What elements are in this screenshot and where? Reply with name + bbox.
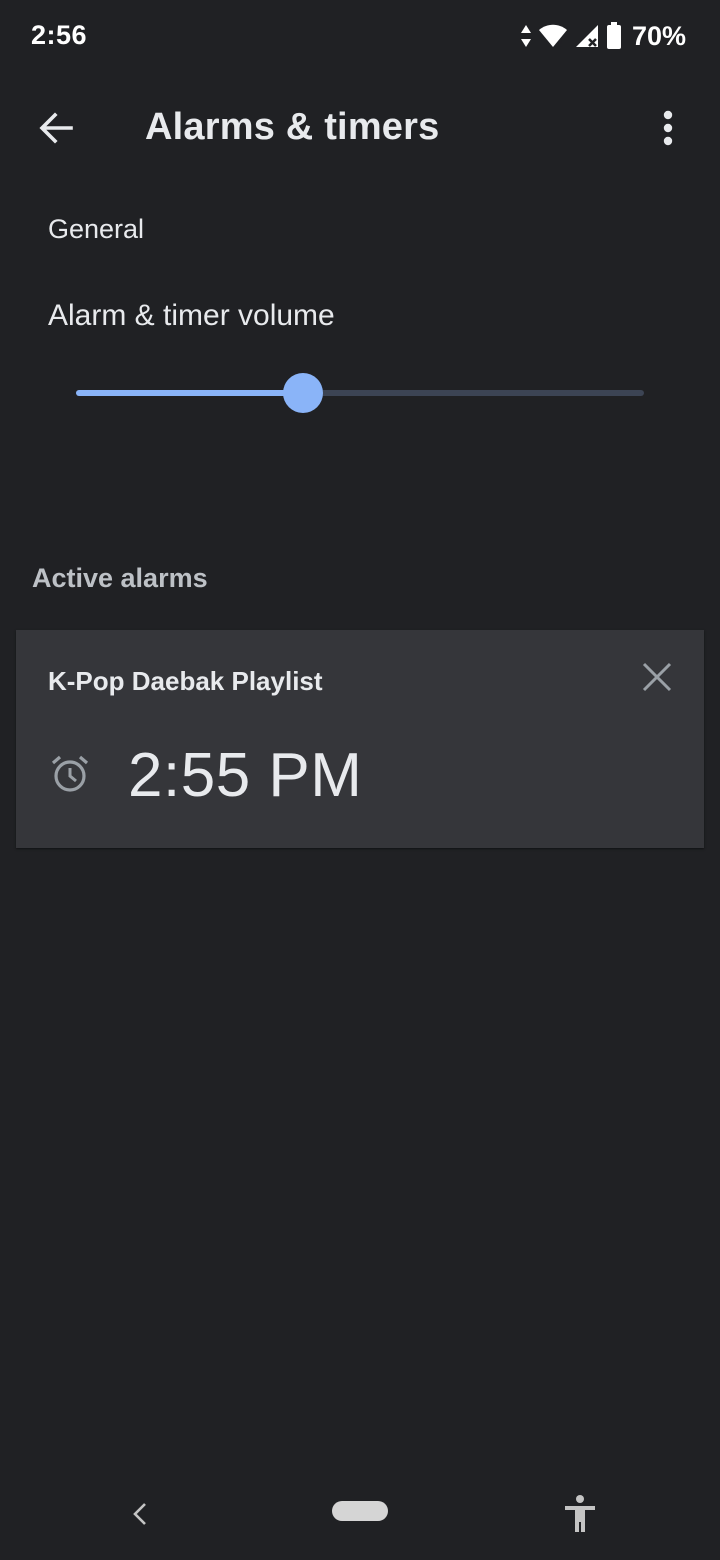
page-title: Alarms & timers [145, 106, 440, 148]
status-icons: 4 70% [520, 20, 686, 52]
alarm-time: 2:55 PM [128, 741, 363, 810]
nav-back-icon [133, 1503, 146, 1525]
volume-label: Alarm & timer volume [48, 299, 335, 332]
status-time: 2:56 [31, 20, 88, 50]
accessibility-icon [565, 1495, 595, 1532]
slider-fill [76, 390, 304, 396]
home-pill-button[interactable] [332, 1501, 388, 1521]
accessibility-button[interactable] [558, 1490, 602, 1538]
app-bar: Alarms & timers [0, 80, 720, 176]
dismiss-alarm-button[interactable] [634, 654, 680, 700]
battery-icon [606, 22, 622, 50]
status-bar: 2:56 4 70% [0, 0, 720, 72]
data-arrows-icon [520, 24, 532, 48]
signal-icon [574, 23, 600, 49]
alarm-card: K-Pop Daebak Playlist 2:55 PM [16, 630, 704, 848]
system-nav-bar [0, 1470, 720, 1560]
active-alarms-header: Active alarms [32, 563, 208, 593]
back-button[interactable] [24, 96, 88, 160]
more-vert-icon [663, 110, 673, 146]
alarm-clock-icon [50, 754, 90, 799]
nav-back-button[interactable] [118, 1492, 162, 1536]
alarm-name: K-Pop Daebak Playlist [48, 666, 323, 696]
more-options-button[interactable] [644, 96, 692, 160]
volume-slider[interactable] [76, 372, 644, 414]
svg-text:4: 4 [557, 39, 563, 49]
wifi-icon: 4 [538, 23, 568, 49]
slider-thumb[interactable] [283, 373, 324, 413]
general-section-header: General [48, 214, 145, 244]
arrow-back-icon [39, 112, 73, 144]
close-icon [642, 662, 672, 692]
battery-percentage: 70% [631, 20, 686, 51]
